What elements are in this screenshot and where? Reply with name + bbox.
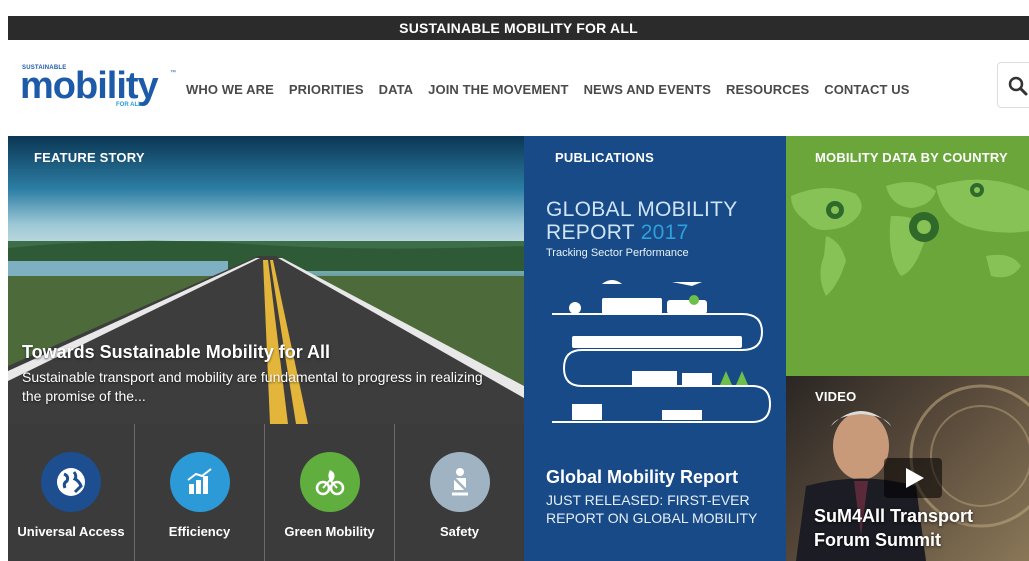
publications-label: PUBLICATIONS <box>555 150 654 165</box>
nav-item-resources[interactable]: RESOURCES <box>726 82 809 97</box>
priority-icon-circle <box>429 452 490 512</box>
feature-description: Sustainable transport and mobility are f… <box>22 369 483 404</box>
search-icon <box>1008 76 1028 96</box>
top-banner-title: SUSTAINABLE MOBILITY FOR ALL <box>399 20 638 36</box>
bicycle-leaf-icon <box>315 470 344 496</box>
nav-item-news-and-events[interactable]: NEWS AND EVENTS <box>584 82 711 97</box>
search-button[interactable] <box>997 62 1029 108</box>
mobility-data-label: MOBILITY DATA BY COUNTRY <box>815 150 1008 165</box>
transport-illustration <box>552 280 772 423</box>
priority-safety[interactable]: Safety <box>395 424 524 561</box>
globe-icon <box>57 468 85 496</box>
logo-trademark: ™ <box>170 70 176 76</box>
priority-green-mobility[interactable]: Green Mobility <box>265 424 395 561</box>
mobility-data-tile[interactable]: MOBILITY DATA BY COUNTRY <box>786 136 1029 376</box>
video-title-line1: SuM4All Transport <box>814 506 974 526</box>
report-title-line2: REPORT <box>546 221 635 244</box>
nav-item-who-we-are[interactable]: WHO WE ARE <box>186 82 274 97</box>
nav-item-join-the-movement[interactable]: JOIN THE MOVEMENT <box>428 82 568 97</box>
site-logo[interactable]: SUSTAINABLE mobility FOR ALL ™ <box>20 62 176 112</box>
report-year: 2017 <box>640 221 689 244</box>
video-title[interactable]: SuM4All Transport Forum Summit <box>814 504 973 552</box>
priority-icon-circle <box>169 452 230 512</box>
report-title-line1: GLOBAL MOBILITY <box>546 198 738 221</box>
feature-headline[interactable]: Towards Sustainable Mobility for All <box>22 342 330 363</box>
priority-icon-circle <box>299 452 360 512</box>
nav-item-contact-us[interactable]: CONTACT US <box>824 82 909 97</box>
priority-label: Green Mobility <box>284 524 375 539</box>
nav-item-priorities[interactable]: PRIORITIES <box>289 82 364 97</box>
publication-description: JUST RELEASED: FIRST-EVER REPORT ON GLOB… <box>546 492 758 526</box>
video-tile[interactable]: VIDEO SuM4All Transport Forum Summit <box>786 376 1029 561</box>
nav-item-data[interactable]: DATA <box>379 82 414 97</box>
video-title-line2: Forum Summit <box>814 530 942 550</box>
publications-tile[interactable]: PUBLICATIONS GLOBAL MOBILITY REPORT 2017… <box>524 136 786 561</box>
priority-universal-access[interactable]: Universal Access <box>8 424 135 561</box>
feature-story-tile[interactable]: FEATURE STORY Towards Sustainable Mobili… <box>8 136 524 424</box>
priority-label: Efficiency <box>168 524 231 539</box>
report-subtitle: Tracking Sector Performance <box>546 247 689 259</box>
main-nav: WHO WE ARE PRIORITIES DATA JOIN THE MOVE… <box>186 82 925 97</box>
world-map-image <box>791 179 1029 296</box>
seatbelt-icon <box>451 468 468 496</box>
report-cover-title: GLOBAL MOBILITY REPORT 2017 <box>546 198 738 244</box>
logo-wordmark: mobility <box>20 65 159 107</box>
publication-headline[interactable]: Global Mobility Report <box>546 467 738 488</box>
site-header: SUSTAINABLE mobility FOR ALL ™ WHO WE AR… <box>8 40 1029 136</box>
bar-chart-icon <box>186 468 212 494</box>
priority-efficiency[interactable]: Efficiency <box>135 424 265 561</box>
priority-label: Universal Access <box>17 524 125 539</box>
priority-label: Safety <box>439 524 480 539</box>
top-banner: SUSTAINABLE MOBILITY FOR ALL <box>8 16 1029 40</box>
video-label: VIDEO <box>815 389 857 404</box>
logo-small-bottom: FOR ALL <box>116 102 142 108</box>
feature-story-label: FEATURE STORY <box>34 150 145 165</box>
priority-icon-circle <box>41 452 101 512</box>
